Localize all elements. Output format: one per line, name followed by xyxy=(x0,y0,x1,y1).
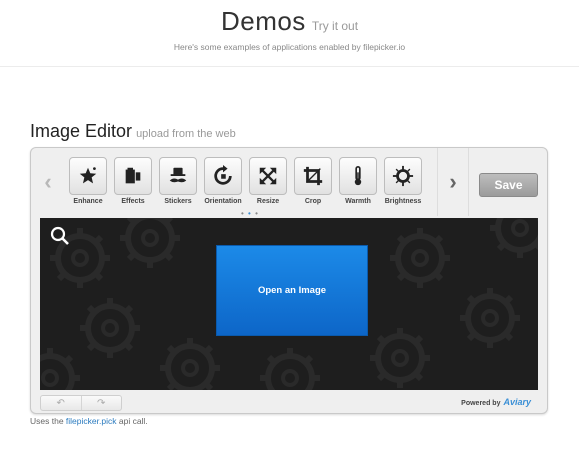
tool-label: Enhance xyxy=(73,198,103,205)
tool-label: Stickers xyxy=(164,198,192,205)
redo-icon[interactable]: ↷ xyxy=(82,396,122,410)
page-header: Demos Try it out Here's some examples of … xyxy=(0,0,579,67)
toolbar-prev-arrow-icon[interactable]: ‹ xyxy=(33,148,63,216)
page-subtitle: Here's some examples of applications ena… xyxy=(173,42,406,52)
api-note-suffix: api call. xyxy=(118,416,148,426)
tool-orientation[interactable]: Orientation xyxy=(202,157,244,205)
page-dot[interactable]: • xyxy=(255,209,259,218)
rotate-icon xyxy=(204,157,242,195)
image-editor: ‹ Enhance Effects Stickers Orientation R… xyxy=(30,147,548,414)
tool-label: Effects xyxy=(121,198,145,205)
section-title-row: Image Editor upload from the web xyxy=(30,121,236,142)
open-image-button[interactable]: Open an Image xyxy=(216,245,368,336)
aviary-brand[interactable]: Aviary xyxy=(503,397,531,407)
api-note-prefix: Uses the xyxy=(30,416,64,426)
tool-label: Orientation xyxy=(204,198,242,205)
editor-bottom-bar: ↶ ↷ Powered by Aviary xyxy=(31,392,547,413)
undo-icon[interactable]: ↶ xyxy=(41,396,82,410)
tool-stickers[interactable]: Stickers xyxy=(157,157,199,205)
editor-canvas: Open an Image xyxy=(40,218,538,390)
resize-arrows-icon xyxy=(249,157,287,195)
section-subtitle: upload from the web xyxy=(136,128,236,140)
undo-redo-group: ↶ ↷ xyxy=(40,395,122,411)
filepicker-pick-link[interactable]: filepicker.pick xyxy=(66,416,117,426)
tool-warmth[interactable]: Warmth xyxy=(337,157,379,205)
title-row: Demos Try it out xyxy=(0,6,579,37)
enhance-wand-icon xyxy=(69,157,107,195)
tool-label: Crop xyxy=(304,198,322,205)
editor-toolbar: ‹ Enhance Effects Stickers Orientation R… xyxy=(31,148,547,218)
thermometer-icon xyxy=(339,157,377,195)
powered-by-label: Powered by xyxy=(461,400,501,407)
tool-label: Warmth xyxy=(345,198,371,205)
save-button[interactable]: Save xyxy=(479,173,538,197)
tool-resize[interactable]: Resize xyxy=(247,157,289,205)
mustache-hat-icon xyxy=(159,157,197,195)
tool-effects[interactable]: Effects xyxy=(112,157,154,205)
section-title: Image Editor xyxy=(30,121,133,141)
page-dot-active[interactable]: • xyxy=(248,209,252,218)
api-note: Uses the filepicker.pick api call. xyxy=(30,416,148,426)
tool-crop[interactable]: Crop xyxy=(292,157,334,205)
tool-label: Brightness xyxy=(384,198,422,205)
zoom-magnifier-icon[interactable] xyxy=(48,224,72,248)
crop-icon xyxy=(294,157,332,195)
page-dot[interactable]: • xyxy=(241,209,245,218)
toolbar-next-arrow-icon[interactable]: › xyxy=(437,148,469,216)
effects-icon xyxy=(114,157,152,195)
page-title-sub: Try it out xyxy=(311,19,359,33)
powered-by: Powered by Aviary xyxy=(461,397,531,407)
tool-enhance[interactable]: Enhance xyxy=(67,157,109,205)
page-title: Demos xyxy=(220,6,306,36)
sun-icon xyxy=(384,157,422,195)
page-dots: • • • xyxy=(241,209,259,218)
tool-brightness[interactable]: Brightness xyxy=(382,157,424,205)
tool-label: Resize xyxy=(256,198,280,205)
